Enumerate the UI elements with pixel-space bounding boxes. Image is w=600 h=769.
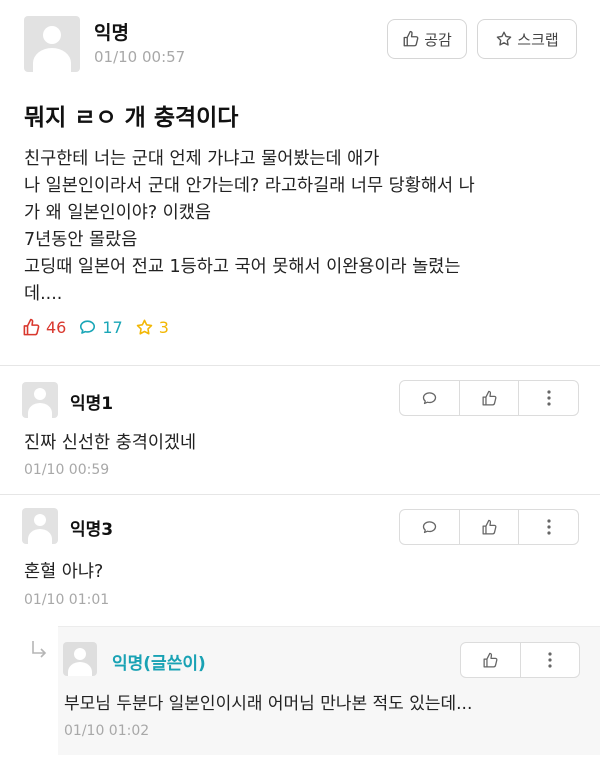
post-body-line: 친구한테 너는 군대 언제 가냐고 물어봤는데 애가 [24,149,380,169]
star-icon [136,319,152,335]
comment-actions [399,380,579,416]
reply-item: 익명(글쓴이) 부모님 두분다 일본인이시래 어머님 만나본 적도 있는데...… [58,626,600,755]
more-vertical-icon [547,519,551,535]
post-timestamp: 01/10 00:57 [94,48,186,66]
comment-bubble-icon [422,520,436,533]
more-vertical-icon [547,390,551,406]
comment-bubble-icon [80,320,96,334]
more-vertical-icon [548,652,552,668]
reply-button[interactable] [400,510,459,544]
thumbs-up-icon [403,30,419,47]
comment-like-button[interactable] [458,510,519,544]
comment-bubble-icon [422,391,436,404]
comment-divider [0,494,600,495]
reply-text: 부모님 두분다 일본인이시래 어머님 만나본 적도 있는데... [64,694,473,714]
like-count: 46 [46,318,67,337]
reply-like-button[interactable] [461,643,520,677]
post-body-line: 가 왜 일본인이야? 이캤음 [24,203,211,223]
comment-avatar [22,508,58,544]
comment-text: 진짜 신선한 충격이겠네 [24,433,197,453]
more-options-button[interactable] [519,643,580,677]
thumbs-up-icon [483,652,498,668]
post-body-line: 나 일본인이라서 군대 안가는데? 라고하길래 너무 당황해서 나 [24,176,475,196]
reply-actions [460,642,580,678]
thumbs-up-icon [481,519,496,535]
post-body-line: 데.... [24,284,63,304]
post-author-name: 익명 [94,22,129,44]
comment-author: 익명3 [70,520,114,540]
comment-timestamp: 01/10 00:59 [24,462,110,478]
comment-timestamp: 01/10 01:01 [24,592,110,608]
thumbs-up-icon [481,390,496,406]
comment-author: 익명1 [70,394,114,414]
star-icon [497,31,512,46]
post-author-avatar [24,16,80,72]
post-body-line: 7년동안 몰랐음 [24,230,138,250]
post-title: 뭐지 ㄹㅇ 개 충격이다 [24,105,239,131]
more-options-button[interactable] [518,381,578,415]
post-divider [0,365,600,366]
like-button[interactable]: 공감 [387,19,467,59]
thumbs-up-icon [23,318,40,336]
reply-button[interactable] [400,381,459,415]
comment-count: 17 [102,318,123,337]
reply-arrow-icon [32,641,47,658]
comment-text: 혼혈 아냐? [24,562,104,582]
scrap-button-label: 스크랩 [517,30,559,49]
reply-avatar [63,642,97,676]
post-stats: 46 17 3 [22,318,169,337]
reply-timestamp: 01/10 01:02 [64,723,150,739]
post-body: 친구한테 너는 군대 언제 가냐고 물어봤는데 애가 나 일본인이라서 군대 안… [24,146,584,308]
comment-avatar [22,382,58,418]
comment-like-button[interactable] [458,381,519,415]
reply-author-op: 익명(글쓴이) [112,654,206,674]
post-body-line: 고딩때 일본어 전교 1등하고 국어 못해서 이완용이라 놀렸는 [24,257,461,277]
comment-actions [399,509,579,545]
more-options-button[interactable] [518,510,578,544]
like-button-label: 공감 [424,30,452,49]
scrap-button[interactable]: 스크랩 [477,19,577,59]
scrap-count: 3 [158,318,169,337]
